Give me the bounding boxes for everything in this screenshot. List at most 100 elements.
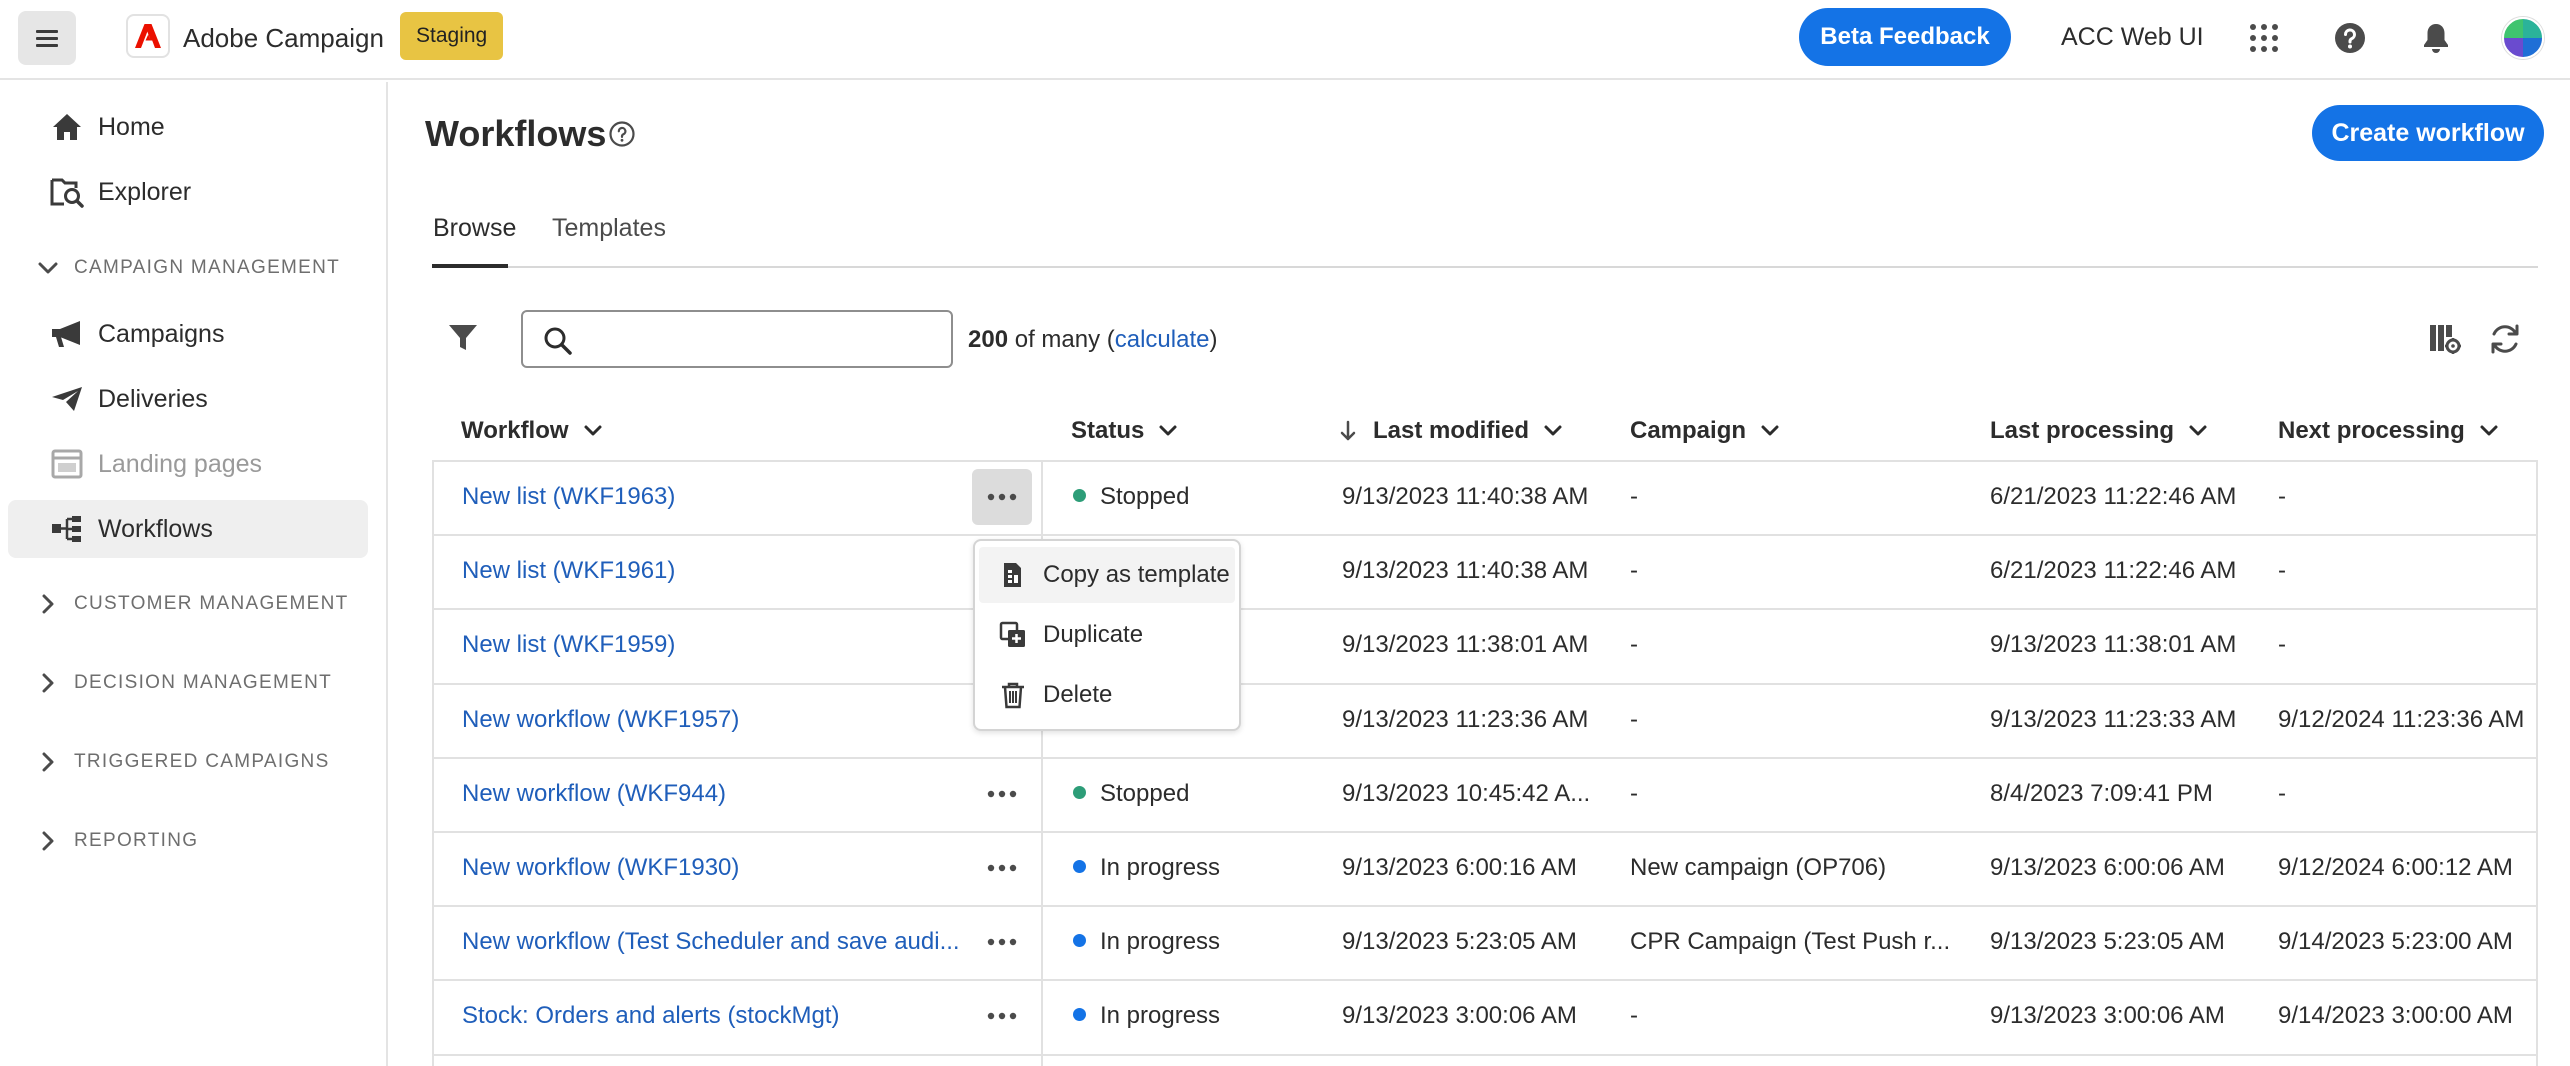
sidebar-item-campaigns[interactable]: Campaigns bbox=[8, 305, 368, 363]
last-processing-cell: 9/13/2023 6:00:06 AM bbox=[1990, 854, 2225, 881]
column-label: Campaign bbox=[1630, 417, 1747, 444]
chevron-down-icon bbox=[1761, 425, 1779, 436]
more-actions-button[interactable] bbox=[972, 988, 1032, 1044]
menu-item-delete[interactable]: Delete bbox=[979, 667, 1235, 723]
trash-icon bbox=[1002, 682, 1024, 709]
more-actions-button[interactable] bbox=[972, 766, 1032, 822]
status-label: Stopped bbox=[1100, 780, 1190, 807]
column-header-status[interactable]: Status bbox=[1071, 415, 1180, 447]
filter-icon[interactable] bbox=[447, 322, 479, 354]
column-header-last-modified[interactable]: Last modified bbox=[1337, 415, 1565, 447]
section-campaign-management[interactable]: CAMPAIGN MANAGEMENT bbox=[8, 248, 368, 288]
section-customer-management[interactable]: CUSTOMER MANAGEMENT bbox=[8, 584, 368, 624]
calculate-link[interactable]: calculate bbox=[1115, 326, 1210, 353]
help-circle-icon[interactable] bbox=[609, 121, 635, 147]
sidebar-item-home[interactable]: Home bbox=[8, 98, 368, 156]
column-header-next-processing[interactable]: Next processing bbox=[2278, 415, 2501, 447]
sidebar-item-label: Landing pages bbox=[98, 449, 263, 478]
search-field[interactable] bbox=[521, 310, 953, 368]
count-close: ) bbox=[1209, 326, 1218, 353]
status-cell: In progress bbox=[1073, 927, 1220, 957]
workflow-name-link[interactable]: New workflow (WKF944) bbox=[462, 779, 726, 809]
apps-button[interactable] bbox=[2244, 18, 2284, 58]
chevron-down-icon bbox=[584, 425, 602, 436]
status-dot-icon bbox=[1073, 860, 1086, 874]
tab-browse[interactable]: Browse bbox=[433, 214, 516, 243]
chevron-down-icon bbox=[36, 256, 60, 280]
sidebar-item-landing-pages[interactable]: Landing pages bbox=[8, 435, 368, 493]
workflow-name-link[interactable]: New workflow (Test Scheduler and save au… bbox=[462, 927, 960, 957]
refresh-icon[interactable] bbox=[2488, 322, 2522, 356]
menu-toggle-button[interactable] bbox=[18, 11, 76, 65]
more-actions-button[interactable] bbox=[972, 914, 1032, 970]
adobe-logo[interactable] bbox=[126, 14, 170, 58]
notifications-button[interactable] bbox=[2416, 18, 2456, 58]
last-processing-cell: 6/21/2023 11:22:46 AM bbox=[1990, 557, 2237, 584]
last-processing-cell: 9/13/2023 11:23:33 AM bbox=[1990, 706, 2237, 733]
chevron-down-icon bbox=[2189, 425, 2207, 436]
chevron-right-icon bbox=[36, 592, 60, 616]
workflow-name-link[interactable]: New list (WKF1961) bbox=[462, 556, 675, 586]
chevron-right-icon bbox=[36, 750, 60, 774]
column-header-campaign[interactable]: Campaign bbox=[1630, 415, 1782, 447]
status-cell: Stopped bbox=[1073, 482, 1189, 512]
next-processing-cell: - bbox=[2278, 483, 2286, 510]
row-divider bbox=[432, 1054, 2538, 1056]
workflow-name-link[interactable]: Stock: Orders and alerts (stockMgt) bbox=[462, 1001, 839, 1031]
workflow-name-link[interactable]: New list (WKF1959) bbox=[462, 630, 675, 660]
last-modified-cell: 9/13/2023 11:40:38 AM bbox=[1342, 557, 1589, 584]
sidebar-item-deliveries[interactable]: Deliveries bbox=[8, 370, 368, 428]
status-dot-icon bbox=[1073, 489, 1086, 503]
help-button[interactable] bbox=[2330, 18, 2370, 58]
org-switcher[interactable]: ACC Web UI bbox=[2061, 23, 2204, 52]
chevron-right-icon bbox=[36, 671, 60, 695]
last-processing-cell: 9/13/2023 3:00:06 AM bbox=[1990, 1002, 2225, 1029]
last-processing-cell: 9/13/2023 11:38:01 AM bbox=[1990, 631, 2237, 658]
sidebar-item-workflows[interactable]: Workflows bbox=[8, 500, 368, 558]
search-icon bbox=[544, 327, 572, 355]
row-divider bbox=[432, 683, 2538, 685]
create-workflow-button[interactable]: Create workflow bbox=[2312, 105, 2544, 161]
tab-templates[interactable]: Templates bbox=[552, 214, 666, 243]
column-header-workflow[interactable]: Workflow bbox=[461, 415, 605, 447]
sidebar-item-explorer[interactable]: Explorer bbox=[8, 163, 368, 221]
column-header-last-processing[interactable]: Last processing bbox=[1990, 415, 2210, 447]
copy-template-icon bbox=[1004, 563, 1021, 587]
column-label: Last processing bbox=[1990, 417, 2175, 444]
paper-plane-icon bbox=[50, 384, 84, 414]
app-title: Adobe Campaign bbox=[183, 23, 384, 53]
campaign-cell: New campaign (OP706) bbox=[1630, 854, 1887, 881]
status-cell: In progress bbox=[1073, 1001, 1220, 1031]
campaign-cell: - bbox=[1630, 557, 1638, 584]
section-reporting[interactable]: REPORTING bbox=[8, 821, 368, 861]
more-actions-button[interactable] bbox=[972, 840, 1032, 896]
status-dot-icon bbox=[1073, 934, 1086, 948]
column-label: Next processing bbox=[2278, 417, 2465, 444]
next-processing-cell: - bbox=[2278, 631, 2286, 658]
environment-badge: Staging bbox=[400, 12, 504, 60]
chevron-down-icon bbox=[1544, 425, 1562, 436]
workflow-name-link[interactable]: New list (WKF1963) bbox=[462, 482, 675, 512]
last-modified-cell: 9/13/2023 3:00:06 AM bbox=[1342, 1002, 1577, 1029]
section-decision-management[interactable]: DECISION MANAGEMENT bbox=[8, 663, 368, 703]
menu-item-copy-as-template[interactable]: Copy as template bbox=[979, 547, 1235, 603]
status-label: Stopped bbox=[1100, 483, 1190, 510]
status-cell: In progress bbox=[1073, 853, 1220, 883]
user-avatar[interactable] bbox=[2502, 17, 2544, 59]
workflow-name-link[interactable]: New workflow (WKF1957) bbox=[462, 705, 739, 735]
search-input[interactable] bbox=[585, 320, 941, 358]
next-processing-cell: 9/12/2024 6:00:12 AM bbox=[2278, 854, 2513, 881]
more-horizontal-icon bbox=[987, 1012, 1017, 1020]
column-settings-icon[interactable] bbox=[2428, 322, 2462, 356]
status-label: In progress bbox=[1100, 854, 1221, 881]
beta-feedback-button[interactable]: Beta Feedback bbox=[1799, 8, 2011, 66]
workflow-name-link[interactable]: New workflow (WKF1930) bbox=[462, 853, 739, 883]
next-processing-cell: 9/12/2024 11:23:36 AM bbox=[2278, 706, 2525, 733]
sidebar-item-label: Campaigns bbox=[98, 319, 225, 348]
section-triggered-campaigns[interactable]: TRIGGERED CAMPAIGNS bbox=[8, 742, 368, 782]
last-modified-cell: 9/13/2023 11:23:36 AM bbox=[1342, 706, 1589, 733]
more-actions-button[interactable] bbox=[972, 469, 1032, 525]
menu-item-duplicate[interactable]: Duplicate bbox=[979, 607, 1235, 663]
count-text: of many ( bbox=[1008, 326, 1115, 353]
next-processing-cell: - bbox=[2278, 557, 2286, 584]
